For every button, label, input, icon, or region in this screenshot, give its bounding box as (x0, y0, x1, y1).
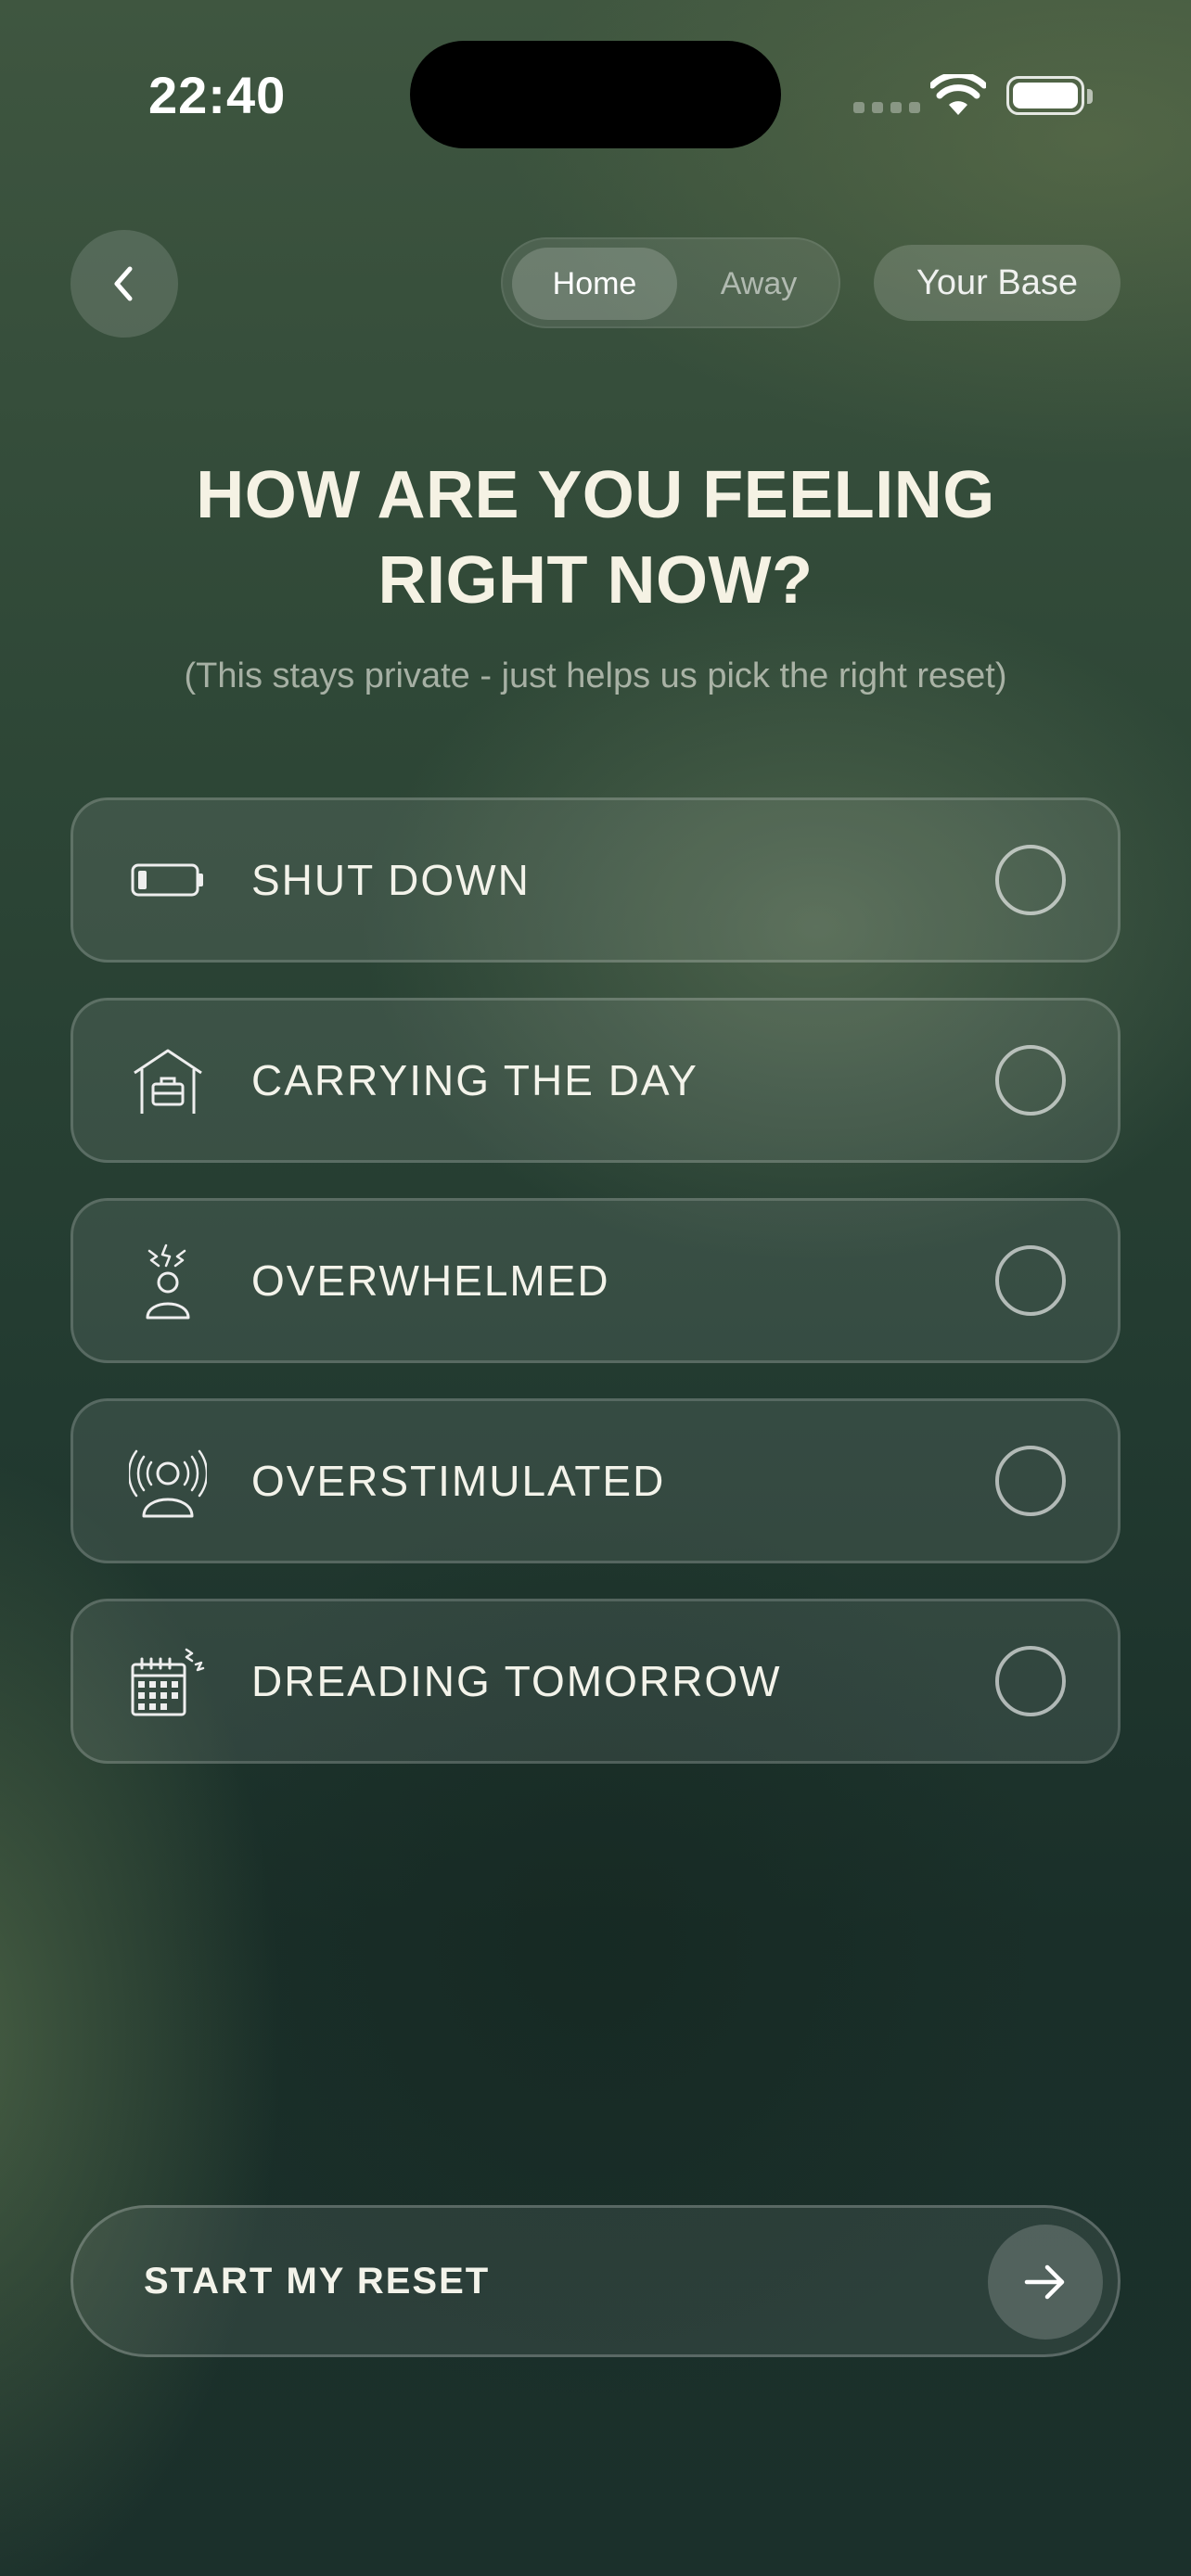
option-dreading-tomorrow[interactable]: DREADING TOMORROW (70, 1599, 1121, 1764)
option-carrying-the-day[interactable]: CARRYING THE DAY (70, 998, 1121, 1163)
segment-away[interactable]: Away (685, 248, 833, 320)
stressed-person-icon (146, 1243, 190, 1320)
calendar-stress-icon (131, 1648, 205, 1716)
option-overstimulated[interactable]: OVERSTIMULATED (70, 1398, 1121, 1563)
battery-tip (1087, 89, 1093, 104)
start-arrow-button[interactable] (988, 2225, 1103, 2340)
title-line-1: HOW ARE YOU FEELING (196, 458, 995, 532)
option-radio[interactable] (995, 845, 1066, 915)
cellular-signal-icon (853, 102, 920, 113)
option-radio[interactable] (995, 1045, 1066, 1116)
option-shut-down[interactable]: SHUT DOWN (70, 797, 1121, 963)
your-base-button[interactable]: Your Base (874, 245, 1121, 321)
battery-icon (1006, 76, 1084, 115)
option-overwhelmed[interactable]: OVERWHELMED (70, 1198, 1121, 1363)
option-radio[interactable] (995, 1646, 1066, 1716)
option-label: OVERSTIMULATED (251, 1457, 666, 1505)
title-line-2: RIGHT NOW? (378, 543, 813, 618)
home-away-toggle[interactable]: Home Away (501, 237, 840, 328)
person-sound-waves-icon (129, 1449, 207, 1518)
house-briefcase-icon (134, 1049, 202, 1114)
dynamic-island (410, 41, 781, 148)
arrow-right-icon (1024, 2264, 1065, 2300)
status-time: 22:40 (148, 66, 287, 124)
segment-home[interactable]: Home (512, 248, 677, 320)
wifi-icon (930, 74, 986, 115)
start-my-reset-button[interactable]: START MY RESET (70, 2205, 1121, 2357)
start-button-label: START MY RESET (144, 2261, 491, 2302)
page-title: HOW ARE YOU FEELING RIGHT NOW? (85, 453, 1106, 623)
back-button[interactable] (70, 230, 178, 338)
low-battery-icon (131, 863, 203, 897)
option-label: SHUT DOWN (251, 856, 531, 904)
page-subtitle: (This stays private - just helps us pick… (184, 657, 1007, 695)
option-label: DREADING TOMORROW (251, 1657, 782, 1705)
option-label: CARRYING THE DAY (251, 1056, 698, 1104)
option-label: OVERWHELMED (251, 1256, 610, 1305)
option-radio[interactable] (995, 1446, 1066, 1516)
option-radio[interactable] (995, 1245, 1066, 1316)
chevron-left-icon (114, 266, 133, 301)
